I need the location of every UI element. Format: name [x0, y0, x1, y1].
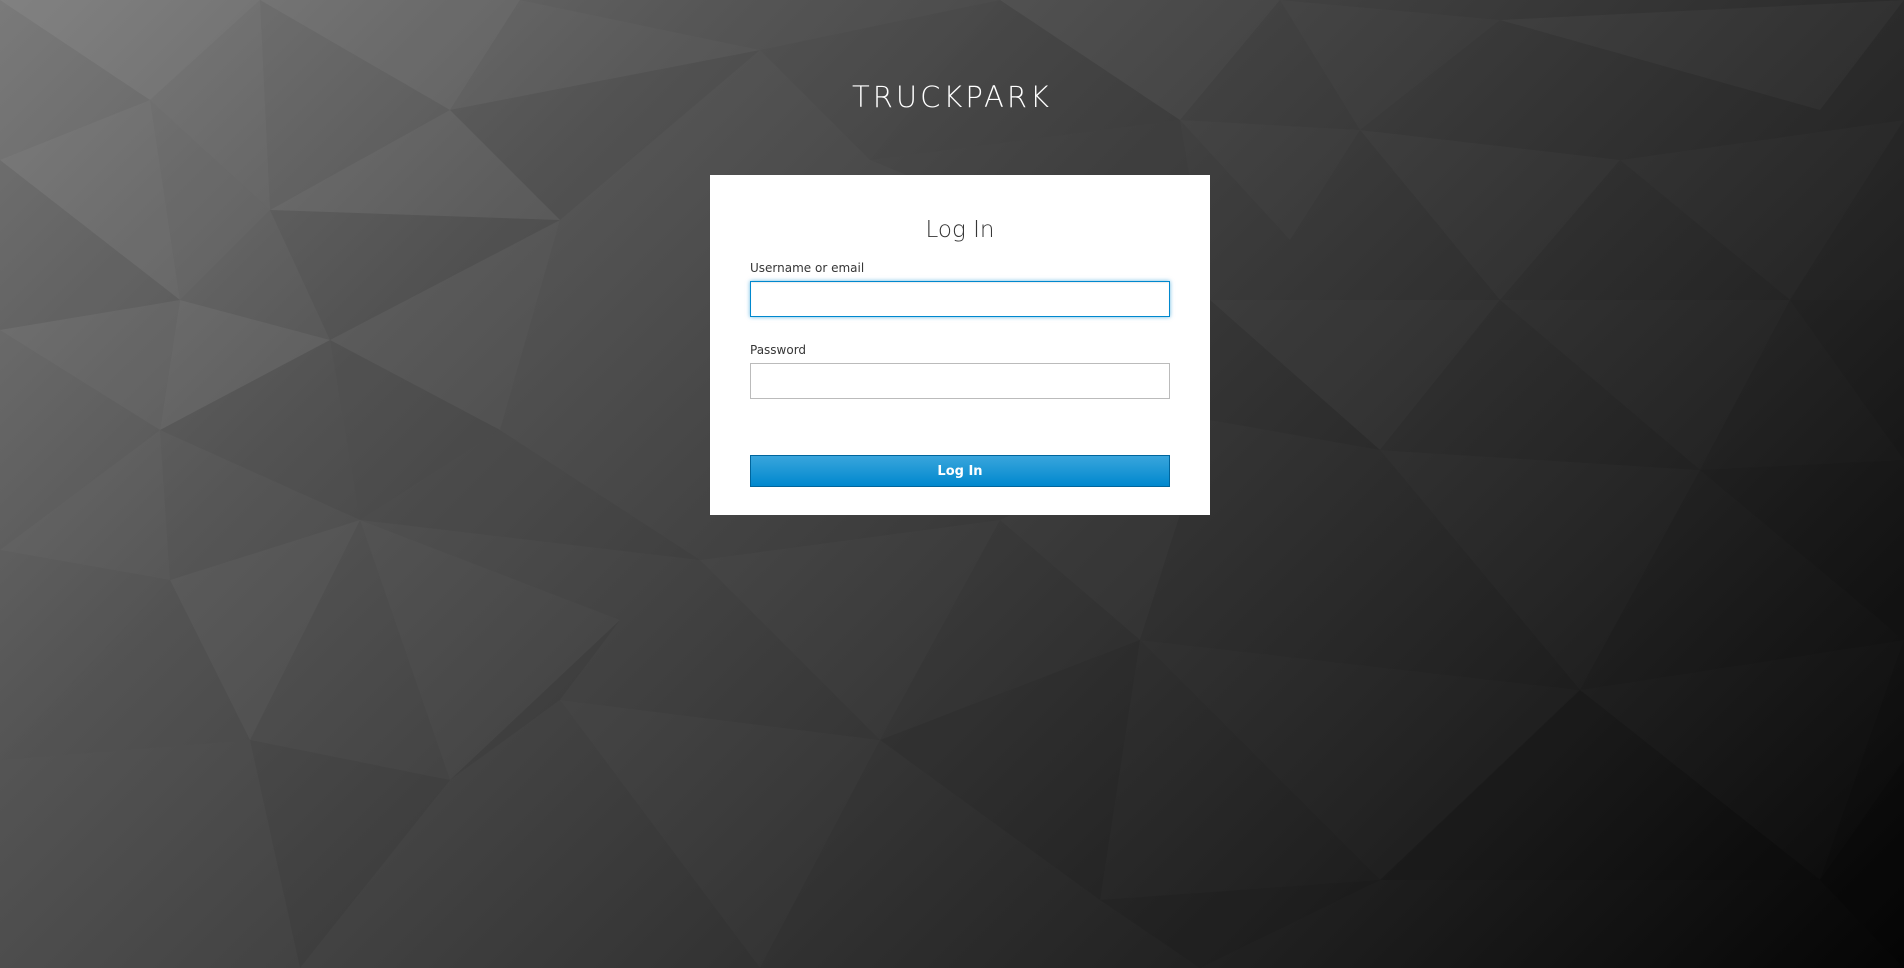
username-input[interactable]	[750, 281, 1170, 317]
login-heading: Log In	[925, 217, 995, 243]
password-label: Password	[750, 343, 807, 357]
password-input[interactable]	[750, 363, 1170, 399]
login-button[interactable]: Log In	[750, 455, 1170, 487]
app-title: TRUCKPARK	[852, 80, 1052, 114]
username-label: Username or email	[750, 261, 865, 275]
login-card: Log In Username or email Password Log In	[710, 175, 1210, 515]
